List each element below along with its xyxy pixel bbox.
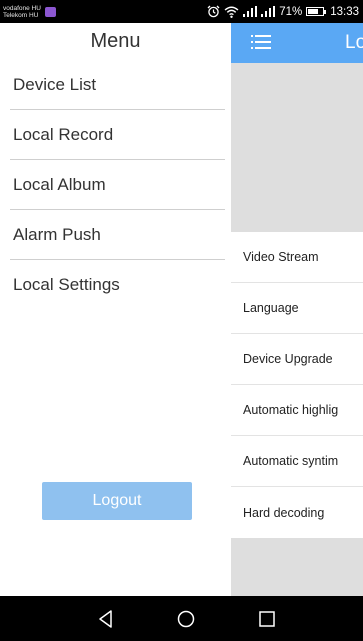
sim-app-icon [44, 6, 56, 17]
status-icons: 71% 13:33 [207, 5, 359, 18]
home-icon[interactable] [175, 608, 197, 630]
status-bar: vodafone HU Telekom HU 71% 13:33 [0, 0, 363, 23]
battery-icon [306, 7, 327, 16]
signal-icon [261, 6, 276, 17]
app-header: Lo [231, 23, 363, 63]
menu-title: Menu [90, 30, 141, 52]
recent-apps-icon[interactable] [256, 608, 278, 630]
logout-button[interactable]: Logout [42, 482, 192, 520]
back-icon[interactable] [95, 608, 117, 630]
settings-screen: Lo Video Stream Language Device Upgrade … [231, 23, 363, 596]
settings-item-automatic-sync-time[interactable]: Automatic syntim [231, 436, 363, 487]
settings-item-device-upgrade[interactable]: Device Upgrade [231, 334, 363, 385]
settings-item-hard-decoding[interactable]: Hard decoding [231, 487, 363, 538]
carrier-names: vodafone HU Telekom HU [3, 5, 41, 19]
clock: 13:33 [330, 5, 359, 18]
header-title: Lo [345, 32, 363, 53]
battery-percent: 71% [279, 5, 303, 18]
system-nav-bar [0, 596, 363, 641]
menu-item-local-record[interactable]: Local Record [10, 110, 225, 160]
menu-item-device-list[interactable]: Device List [10, 60, 225, 110]
wifi-icon [224, 6, 239, 18]
signal-icon [243, 6, 258, 17]
settings-item-language[interactable]: Language [231, 283, 363, 334]
carrier-2: Telekom HU [3, 11, 39, 19]
hamburger-icon[interactable] [251, 34, 271, 51]
menu-item-alarm-push[interactable]: Alarm Push [10, 210, 225, 260]
menu-item-local-album[interactable]: Local Album [10, 160, 225, 210]
carrier-1: vodafone HU [3, 4, 41, 12]
navigation-drawer: Menu Device List Local Record Local Albu… [0, 23, 231, 596]
menu-item-local-settings[interactable]: Local Settings [10, 260, 225, 310]
settings-list: Video Stream Language Device Upgrade Aut… [231, 232, 363, 538]
settings-item-automatic-highlight[interactable]: Automatic highlig [231, 385, 363, 436]
menu-list: Device List Local Record Local Album Ala… [10, 60, 225, 310]
alarm-icon [207, 5, 220, 18]
settings-item-video-stream[interactable]: Video Stream [231, 232, 363, 283]
